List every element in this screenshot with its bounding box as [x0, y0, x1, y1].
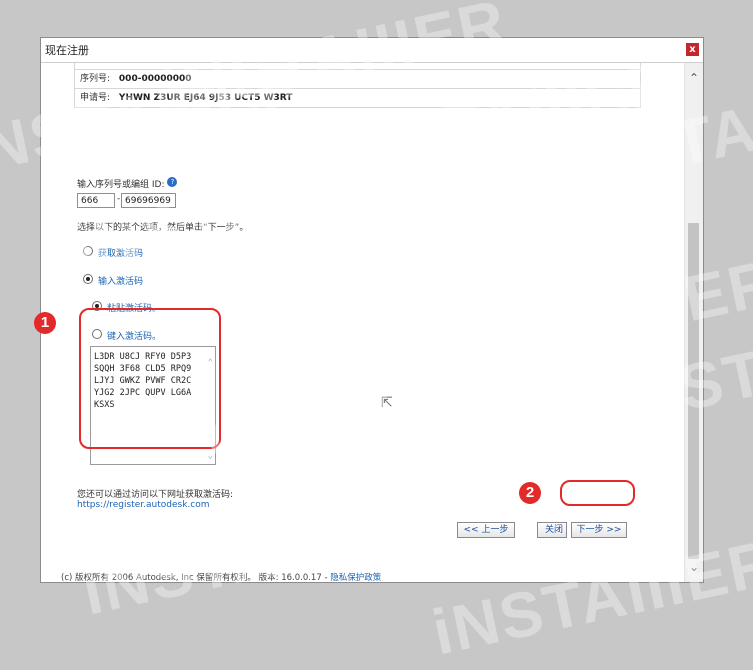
footer-copyright: (c) 版权所有 2006 Autodesk, Inc 保留所有权利。 版本: …: [61, 571, 381, 582]
scroll-up-icon[interactable]: ⌃: [685, 69, 703, 87]
code-line: L3DR U8CJ RFY0 D5P3: [94, 352, 192, 362]
radio-paste-code[interactable]: [92, 301, 102, 311]
dialog-content: 序列号: 000-00000000 申请号: YHWN Z3UR EJ64 9J…: [41, 63, 686, 582]
next-button[interactable]: 下一步 >>: [571, 522, 627, 538]
label-paste-code[interactable]: 粘贴激活码。: [107, 301, 161, 314]
help-text: 您还可以通过访问以下网址获取激活码:: [77, 490, 234, 500]
label-enter-code[interactable]: 输入激活码: [98, 274, 143, 287]
mouse-cursor-icon: ⇱: [381, 395, 393, 411]
register-dialog: 现在注册 x 序列号: 000-00000000 申请号: YHWN Z3UR …: [40, 37, 704, 583]
scroll-thumb[interactable]: [688, 223, 699, 559]
close-icon[interactable]: x: [686, 43, 699, 56]
textarea-scroll-down-icon[interactable]: ⌄: [208, 450, 213, 462]
product-info-table: 序列号: 000-00000000 申请号: YHWN Z3UR EJ64 9J…: [74, 63, 641, 108]
radio-type-code[interactable]: [92, 329, 102, 339]
radio-get-code[interactable]: [83, 246, 93, 256]
code-line: SQQH 3F68 CLD5 RPQ9: [94, 364, 192, 374]
instruction-text: 选择以下的某个选项，然后单击“下一步”。: [77, 223, 249, 233]
label-get-code[interactable]: 获取激活码: [98, 246, 143, 259]
serial-number-input[interactable]: 69696969: [121, 193, 176, 208]
serial-value: 000-00000000: [118, 74, 192, 84]
privacy-link[interactable]: 隐私保护政策: [330, 573, 381, 582]
request-label: 申请号:: [80, 93, 111, 103]
title-bar: 现在注册 x: [41, 38, 703, 63]
serial-field-label-text: 输入序列号或编组 ID:: [77, 180, 165, 190]
info-row-serial: 序列号: 000-00000000: [75, 69, 640, 88]
footer-text: (c) 版权所有 2006 Autodesk, Inc 保留所有权利。 版本: …: [61, 573, 331, 582]
code-line: LJYJ GWKZ PVWF CR2C: [94, 376, 192, 386]
code-line: KSXS: [94, 400, 115, 410]
radio-enter-code[interactable]: [83, 274, 93, 284]
serial-field-label: 输入序列号或编组 ID:?: [77, 177, 178, 190]
label-type-code[interactable]: 键入激活码。: [107, 329, 161, 342]
back-button[interactable]: << 上一步: [457, 522, 515, 538]
request-value: YHWN Z3UR EJ64 9J53 UCT5 W3RT: [118, 93, 293, 103]
serial-prefix-input[interactable]: 666: [77, 193, 115, 208]
serial-label: 序列号:: [80, 74, 111, 84]
activation-code-textarea[interactable]: L3DR U8CJ RFY0 D5P3 SQQH 3F68 CLD5 RPQ9 …: [90, 346, 216, 465]
serial-dash: -: [117, 194, 121, 204]
step-badge-2: 2: [519, 482, 541, 504]
code-line: YJG2 2JPC QUPV LG6A: [94, 388, 192, 398]
textarea-scroll-up-icon[interactable]: ⌃: [208, 357, 213, 369]
help-icon[interactable]: ?: [167, 177, 178, 187]
register-link[interactable]: https://register.autodesk.com: [77, 500, 210, 510]
close-button[interactable]: 关闭: [537, 522, 567, 538]
window-title: 现在注册: [45, 44, 89, 57]
vertical-scrollbar[interactable]: ⌃ ⌄: [684, 63, 703, 582]
info-row-request: 申请号: YHWN Z3UR EJ64 9J53 UCT5 W3RT: [75, 88, 640, 107]
step-badge-1: 1: [34, 312, 56, 334]
scroll-down-icon[interactable]: ⌄: [685, 558, 703, 576]
